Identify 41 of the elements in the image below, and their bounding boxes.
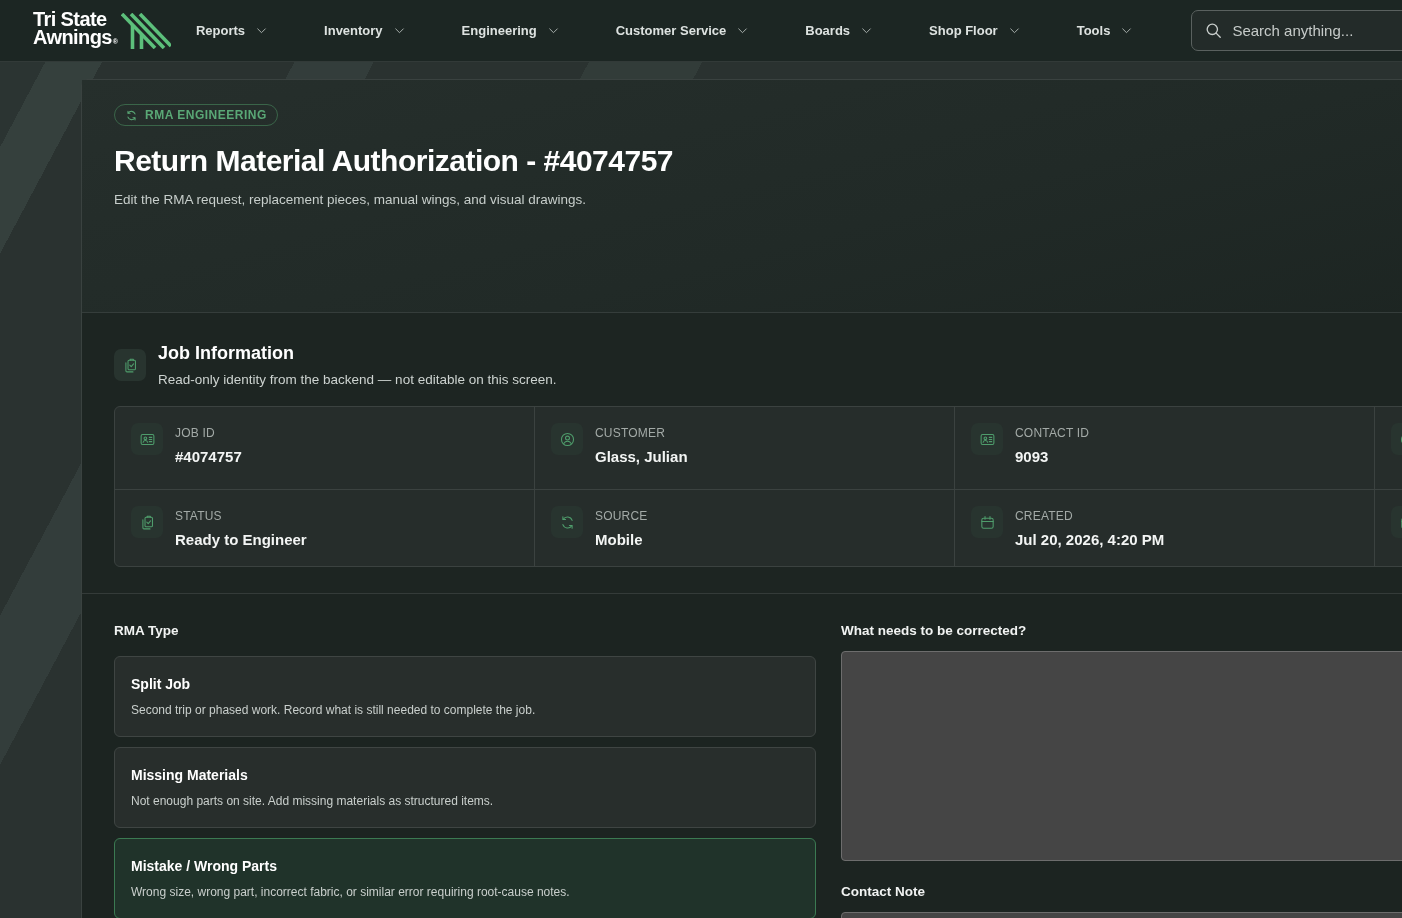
stripes-logo-icon	[120, 12, 171, 49]
field-heading: Contact Note	[841, 883, 925, 901]
field-value: 9093	[1015, 448, 1049, 465]
field-value: Mobile	[595, 531, 643, 548]
field-label: SOURCE	[595, 509, 648, 523]
nav-menu-button[interactable]: Engineering	[461, 23, 560, 38]
field-heading: What needs to be corrected?	[841, 622, 1027, 640]
clipboards-icon	[131, 506, 163, 538]
field-value: #4074757	[175, 448, 242, 465]
field-value: Jul 20, 2026, 4:20 PM	[1015, 531, 1165, 548]
page-title: Return Material Authorization - #4074757	[114, 144, 674, 178]
nav-menu-button[interactable]: Shop Floor	[929, 23, 1021, 38]
rma-type-option[interactable]: Missing Materials Not enough parts on site. Add missing materials as structured items.	[114, 747, 816, 828]
field-value: Ready to Engineer	[175, 531, 307, 548]
field-label: CREATED	[1015, 509, 1073, 523]
nav-menu-button[interactable]: Customer Service	[615, 23, 750, 38]
clipboards-icon	[114, 349, 146, 381]
nav-menu-button[interactable]: Inventory	[324, 23, 406, 38]
nav-menu-button[interactable]: Reports	[195, 23, 269, 38]
section-title: Job Information	[158, 342, 294, 365]
rma-type-option[interactable]: Split Job Second trip or phased work. Record what is still needed to complete the job.	[114, 656, 816, 737]
nav-menu-button[interactable]: Tools	[1076, 23, 1134, 38]
rma-type-option[interactable]: Mistake / Wrong Parts Wrong size, wrong part, incorrect fabric, or similar error requiring root-cause notes.	[114, 838, 816, 918]
calendar-icon	[971, 506, 1003, 538]
search-field[interactable]: Search anything...	[1191, 10, 1402, 51]
tag-label: RMA ENGINEERING	[145, 108, 267, 122]
field-value: Glass, Julian	[595, 448, 688, 465]
correction-text-area[interactable]	[841, 651, 1402, 861]
field-label: JOB ID	[175, 426, 215, 440]
field-label: CUSTOMER	[595, 426, 666, 440]
id-card-icon	[131, 423, 163, 455]
section-subtitle: Read-only identity from the backend — not editable on this screen.	[158, 372, 557, 387]
refresh-icon	[125, 108, 138, 122]
id-card-icon	[971, 423, 1003, 455]
search-icon	[1204, 21, 1224, 40]
field-label: STATUS	[175, 509, 222, 523]
page-subtitle: Edit the RMA request, replacement pieces, manual wings, and visual drawings.	[114, 192, 586, 207]
field-label: CONTACT ID	[1015, 426, 1090, 440]
refresh-icon	[551, 506, 583, 538]
field-heading: RMA Type	[114, 622, 179, 640]
nav-menu-button[interactable]: Boards	[805, 23, 874, 38]
